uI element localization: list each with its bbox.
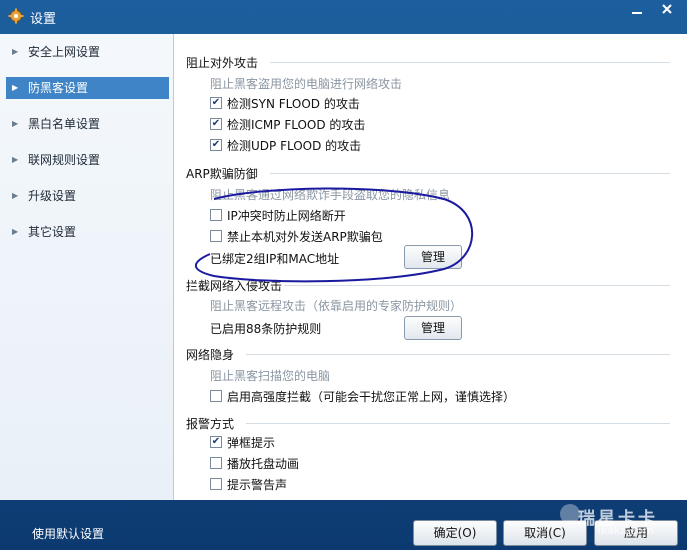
- triangle-right-icon: ▶: [12, 191, 19, 200]
- gear-icon: [8, 8, 24, 24]
- sidebar-item-black-white-list[interactable]: ▶ 黑白名单设置: [6, 113, 169, 135]
- triangle-right-icon: ▶: [12, 119, 19, 128]
- use-default-settings-button[interactable]: 使用默认设置: [32, 525, 104, 542]
- triangle-right-icon: ▶: [12, 47, 19, 56]
- watermark-logo: 瑞星卡卡 ikaka.com: [560, 498, 685, 548]
- triangle-right-icon: ▶: [12, 155, 19, 164]
- sidebar-item-anti-hacker[interactable]: ▶ 防黑客设置: [6, 77, 169, 99]
- sidebar-item-upgrade[interactable]: ▶ 升级设置: [6, 185, 169, 207]
- sidebar: ▶ 安全上网设置 ▶ 防黑客设置 ▶ 黑白名单设置 ▶ 联网规则设置 ▶ 升级设…: [0, 34, 174, 500]
- triangle-right-icon: ▶: [12, 83, 19, 92]
- sidebar-item-other[interactable]: ▶ 其它设置: [6, 221, 169, 243]
- ok-button[interactable]: 确定(O): [413, 520, 497, 546]
- watermark-url: ikaka.com: [598, 524, 654, 537]
- triangle-right-icon: ▶: [12, 227, 19, 236]
- settings-window: 设置 ▶ 安全上网设置 ▶ 防黑客设置 ▶ 黑白名单设置 ▶ 联网规则设置 ▶ …: [0, 0, 687, 550]
- window-title: 设置: [30, 12, 57, 27]
- close-button[interactable]: [653, 2, 681, 22]
- title-bar[interactable]: 设置: [0, 0, 687, 32]
- annotation-ellipse: [194, 187, 474, 283]
- sidebar-item-safe-browsing[interactable]: ▶ 安全上网设置: [6, 41, 169, 63]
- settings-panel: 阻止对外攻击 阻止黑客盗用您的电脑进行网络攻击 ✔ 检测SYN FLOOD 的攻…: [174, 34, 687, 500]
- minimize-button[interactable]: [623, 2, 651, 22]
- minimize-icon: [632, 12, 642, 14]
- sidebar-item-network-rules[interactable]: ▶ 联网规则设置: [6, 149, 169, 171]
- rising-logo-icon: [560, 504, 580, 524]
- close-icon: [662, 4, 672, 14]
